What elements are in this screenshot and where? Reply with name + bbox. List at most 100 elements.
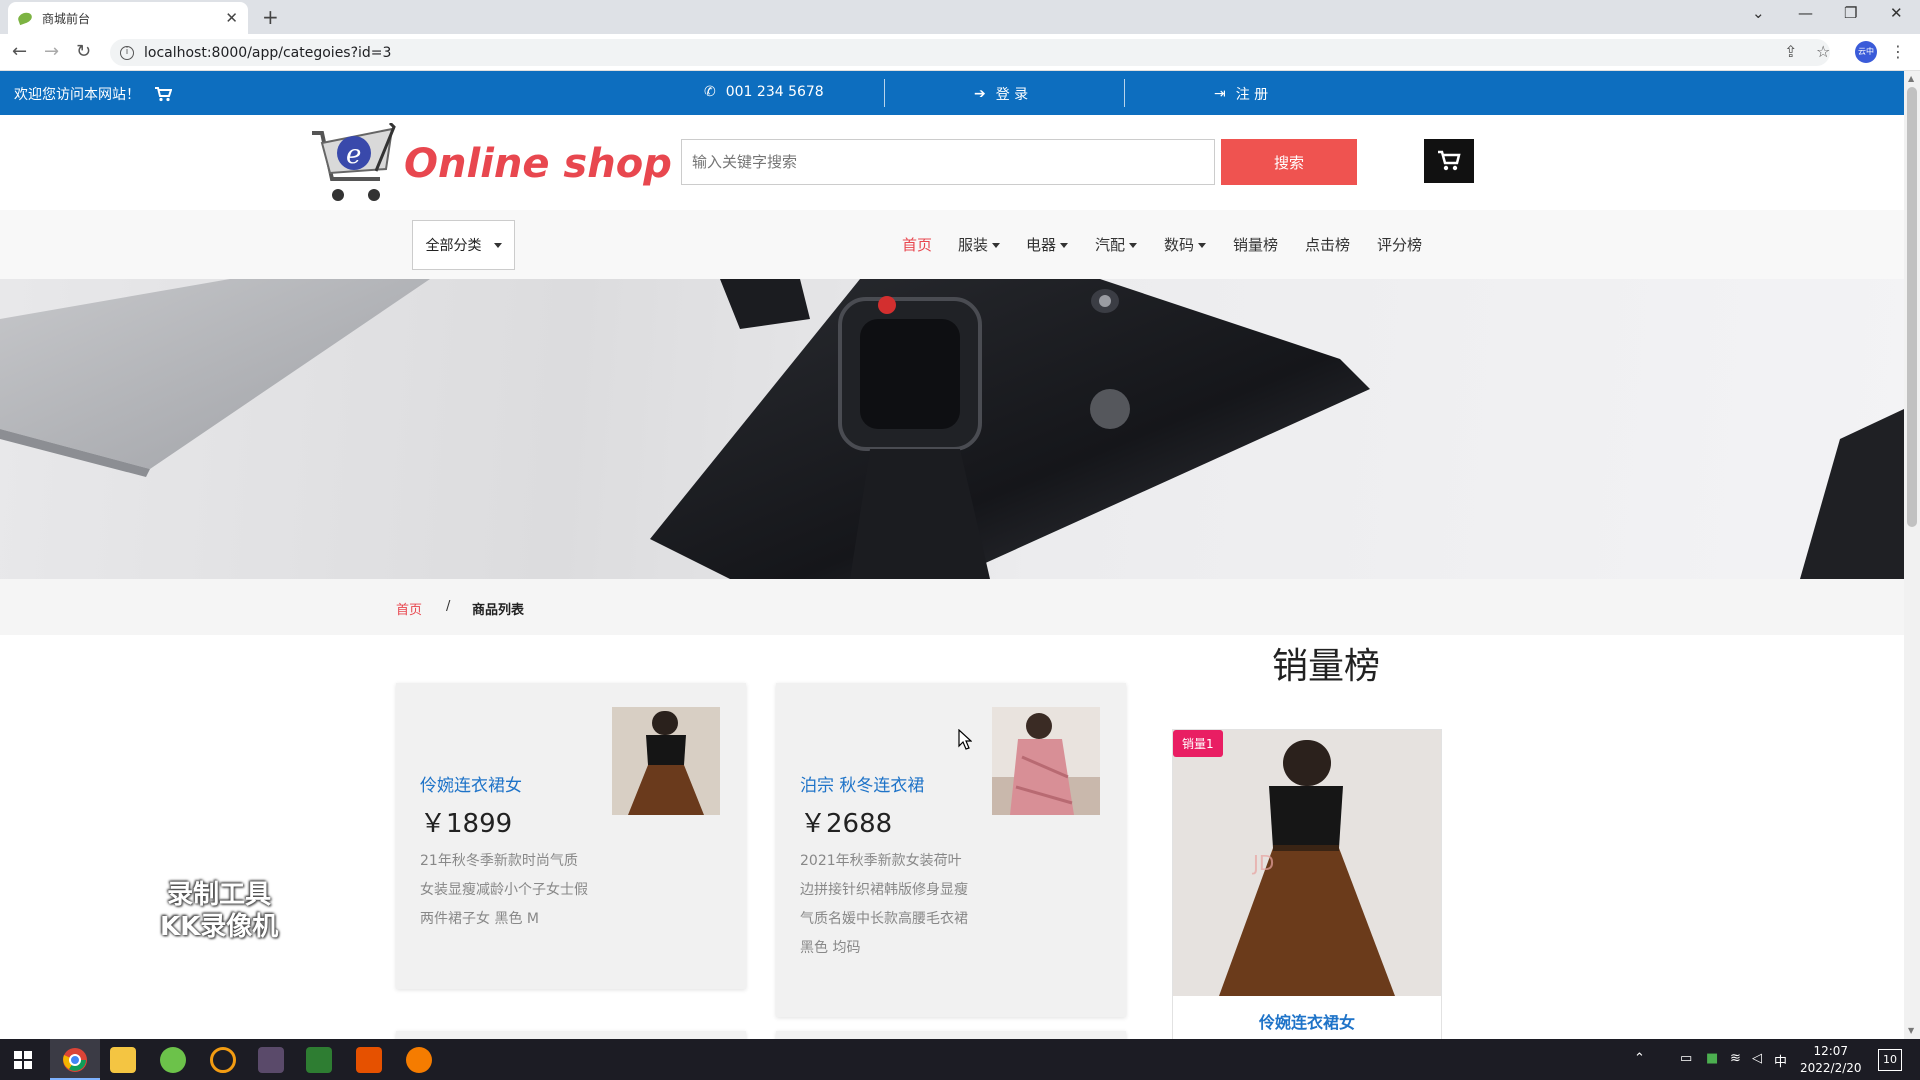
- product-description: 21年秋冬季新款时尚气质女装显瘦减龄小个子女士假两件裙子女 黑色 M: [420, 853, 588, 927]
- bookmark-star-icon[interactable]: ☆: [1816, 42, 1830, 61]
- reload-icon[interactable]: ↻: [76, 41, 91, 62]
- ranking-item[interactable]: JD 销量1 伶婉连衣裙女: [1172, 729, 1442, 1039]
- tray-security-icon[interactable]: ■: [1706, 1051, 1718, 1066]
- nav-auto-parts[interactable]: 汽配: [1095, 234, 1138, 255]
- site-favicon-icon: [16, 10, 34, 26]
- app-gear-icon[interactable]: [258, 1047, 284, 1073]
- back-icon[interactable]: ←: [12, 41, 27, 62]
- nav-rating-ranking[interactable]: 评分榜: [1377, 234, 1422, 255]
- dropdown-caret-icon: [992, 243, 1001, 248]
- search-button[interactable]: 搜索: [1221, 139, 1357, 185]
- cart-icon: [155, 87, 172, 102]
- product-description: 2021年秋季新款女装荷叶边拼接针织裙韩版修身显瘦气质名媛中长款高腰毛衣裙 黑色…: [800, 853, 968, 956]
- product-thumbnail[interactable]: [992, 707, 1100, 815]
- browser-tabstrip: 商城前台 ✕ + ⌄ — ❐ ✕: [0, 0, 1920, 34]
- dropdown-caret-icon: [1060, 243, 1069, 248]
- address-bar[interactable]: i localhost:8000/app/categoies?id=3: [110, 39, 1830, 66]
- new-tab-icon[interactable]: +: [262, 5, 279, 29]
- welcome-area: 欢迎您访问本网站！: [14, 84, 172, 104]
- register-icon: ⇥: [1214, 86, 1226, 102]
- phone-number: 001 234 5678: [725, 84, 824, 100]
- browser-menu-icon[interactable]: ⋮: [1890, 42, 1906, 61]
- volume-icon[interactable]: ◁: [1752, 1051, 1762, 1066]
- tab-search-chevron-icon[interactable]: ⌄: [1752, 4, 1765, 22]
- notepad-icon[interactable]: [306, 1047, 332, 1073]
- product-card[interactable]: 伶婉连衣裙女 ￥1899 21年秋冬季新款时尚气质女装显瘦减龄小个子女士假两件裙…: [396, 683, 746, 989]
- breadcrumb-home-link[interactable]: 首页: [396, 599, 422, 618]
- tab-title: 商城前台: [42, 11, 91, 26]
- scroll-up-icon[interactable]: ▲: [1908, 74, 1914, 83]
- topbar-divider: [1124, 79, 1125, 107]
- taskbar-clock[interactable]: 12:07 2022/2/20: [1800, 1043, 1862, 1077]
- url-text: localhost:8000/app/categoies?id=3: [144, 44, 392, 61]
- browser-toolbar: ← → ↻ i localhost:8000/app/categoies?id=…: [0, 34, 1920, 71]
- shopping-cart-button[interactable]: [1424, 139, 1474, 183]
- breadcrumb: 首页 / 商品列表: [0, 579, 1904, 635]
- search-app-icon[interactable]: [210, 1047, 236, 1073]
- shop-logo-text[interactable]: Online shop: [404, 141, 672, 187]
- welcome-text: 欢迎您访问本网站！: [14, 87, 140, 103]
- tray-expand-icon[interactable]: ⌃: [1634, 1051, 1645, 1066]
- shop-logo-cart-icon[interactable]: e: [306, 123, 398, 205]
- site-info-icon[interactable]: i: [120, 45, 134, 60]
- recorder-watermark: 录制工具 KK录像机: [160, 880, 279, 942]
- ranking-title: 销量榜: [1272, 646, 1381, 687]
- nav-sales-ranking[interactable]: 销量榜: [1233, 234, 1278, 255]
- browser-tab[interactable]: 商城前台 ✕: [8, 2, 248, 34]
- category-select[interactable]: 全部分类: [412, 220, 515, 270]
- phone-icon: ✆: [704, 84, 716, 100]
- login-link[interactable]: ➔ 登 录: [974, 84, 1028, 104]
- ranking-product-image[interactable]: JD: [1173, 730, 1441, 996]
- search-input[interactable]: [681, 139, 1215, 185]
- nav-appliances[interactable]: 电器: [1026, 234, 1069, 255]
- svg-text:e: e: [346, 140, 361, 170]
- chrome-icon[interactable]: [62, 1047, 88, 1073]
- forward-icon[interactable]: →: [44, 41, 59, 62]
- hero-banner: [0, 279, 1904, 579]
- product-card[interactable]: [776, 1031, 1126, 1039]
- restore-icon[interactable]: ❐: [1844, 4, 1857, 22]
- tab-close-icon[interactable]: ✕: [225, 9, 238, 27]
- scrollbar-thumb[interactable]: [1907, 87, 1917, 527]
- notification-center-icon[interactable]: 10: [1878, 1049, 1902, 1071]
- windows-start-icon[interactable]: [14, 1051, 32, 1069]
- product-thumbnail[interactable]: [612, 707, 720, 815]
- media-app-icon[interactable]: [356, 1047, 382, 1073]
- ranking-product-name[interactable]: 伶婉连衣裙女: [1173, 1009, 1441, 1033]
- mouse-cursor-icon: [958, 729, 972, 750]
- scroll-down-icon[interactable]: ▼: [1908, 1026, 1914, 1035]
- product-card[interactable]: [396, 1031, 746, 1039]
- profile-avatar[interactable]: 云中: [1855, 41, 1877, 63]
- product-name-link[interactable]: 伶婉连衣裙女: [420, 771, 522, 796]
- page-viewport: 欢迎您访问本网站！ ✆ 001 234 5678 ➔ 登 录 ⇥ 注 册 e O…: [0, 71, 1904, 1039]
- cart-icon: [1438, 150, 1461, 171]
- register-label: 注 册: [1235, 87, 1269, 103]
- file-explorer-icon[interactable]: [110, 1047, 136, 1073]
- nav-clothing[interactable]: 服装: [958, 234, 1001, 255]
- page-scrollbar[interactable]: ▲ ▼: [1904, 71, 1920, 1039]
- svg-text:JD: JD: [1251, 851, 1274, 875]
- site-header: e Online shop 搜索: [0, 115, 1904, 210]
- product-price: ￥2688: [800, 809, 893, 839]
- register-link[interactable]: ⇥ 注 册: [1214, 84, 1268, 104]
- recorder-app-icon[interactable]: [406, 1047, 432, 1073]
- ranking-badge: 销量1: [1173, 730, 1223, 757]
- product-card[interactable]: 泊宗 秋冬连衣裙 ￥2688 2021年秋季新款女装荷叶边拼接针织裙韩版修身显瘦…: [776, 683, 1126, 1017]
- nav-click-ranking[interactable]: 点击榜: [1305, 234, 1350, 255]
- clock-date: 2022/2/20: [1800, 1061, 1862, 1075]
- window-close-icon[interactable]: ✕: [1890, 4, 1903, 22]
- topbar-divider: [884, 79, 885, 107]
- app-leaf-icon[interactable]: [160, 1047, 186, 1073]
- network-icon[interactable]: ≋: [1730, 1051, 1741, 1066]
- product-name-link[interactable]: 泊宗 秋冬连衣裙: [800, 771, 924, 796]
- minimize-icon[interactable]: —: [1798, 4, 1813, 22]
- share-icon[interactable]: ⇪: [1784, 42, 1797, 61]
- tray-device-icon[interactable]: ▭: [1680, 1051, 1692, 1066]
- windows-taskbar: ⌃ ▭ ■ ≋ ◁ 中 12:07 2022/2/20 10: [0, 1039, 1920, 1080]
- nav-digital[interactable]: 数码: [1164, 234, 1207, 255]
- dropdown-caret-icon: [1198, 243, 1207, 248]
- top-info-bar: 欢迎您访问本网站！ ✆ 001 234 5678 ➔ 登 录 ⇥ 注 册: [0, 71, 1904, 115]
- ime-indicator[interactable]: 中: [1774, 1051, 1787, 1070]
- nav-home[interactable]: 首页: [902, 234, 932, 255]
- main-navigation: 全部分类 首页 服装 电器 汽配 数码 销量榜 点击榜 评分榜: [0, 210, 1904, 279]
